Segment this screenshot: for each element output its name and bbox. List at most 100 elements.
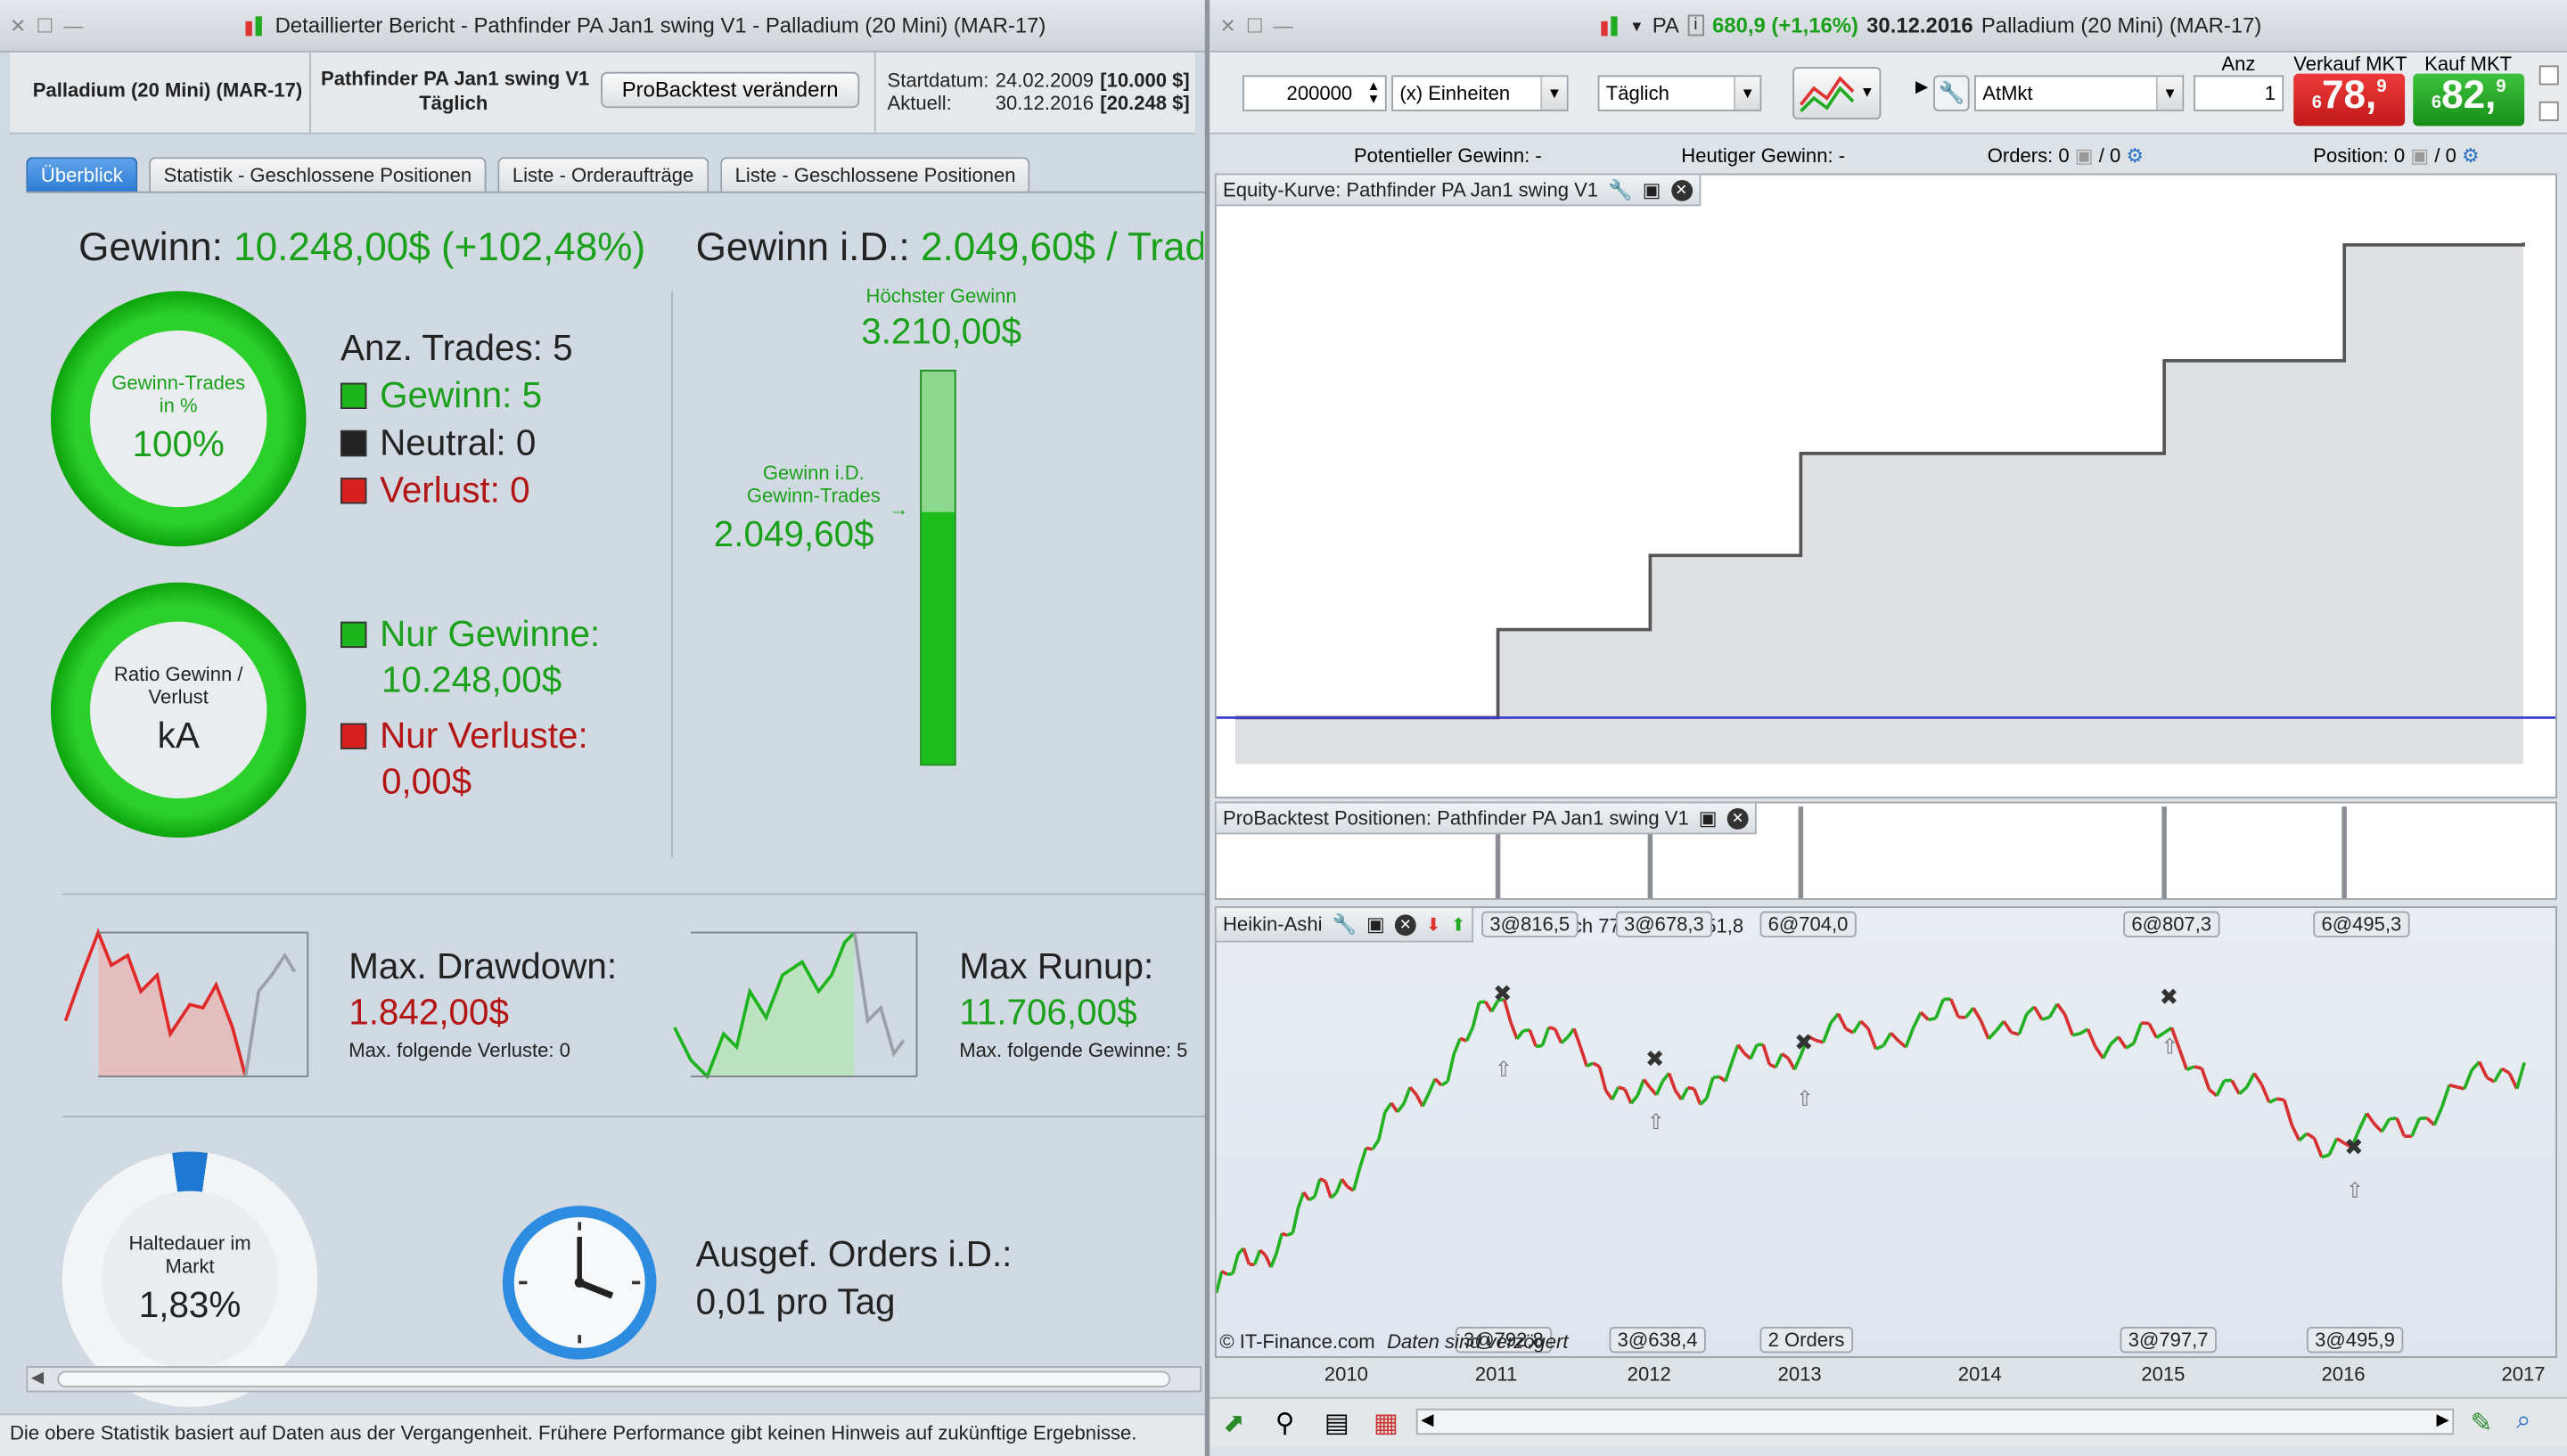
horizontal-scrollbar[interactable]: ◀	[26, 1366, 1202, 1393]
price-segment	[2410, 1117, 2422, 1137]
price-segment	[1308, 1195, 1316, 1202]
price-segment	[1540, 1027, 1551, 1047]
wrench-icon[interactable]: 🔧	[1332, 912, 1356, 936]
price-segment	[1464, 1027, 1475, 1043]
tab-statistics[interactable]: Statistik - Geschlossene Positionen	[149, 157, 487, 193]
losses-swatch	[340, 723, 367, 749]
window-icon[interactable]: ▣	[1643, 178, 1661, 201]
price-segment	[1781, 1052, 1790, 1060]
period-select[interactable]: Täglich ▼	[1597, 75, 1762, 111]
entry-marker: ⇧	[2346, 1178, 2364, 1203]
option-checkbox-2[interactable]	[2538, 101, 2559, 121]
profit-label: Gewinn:	[78, 225, 223, 270]
start-value: [10.000 $]	[1100, 69, 1190, 92]
price-segment	[1471, 1002, 1481, 1028]
orders-settings-icon[interactable]: ▣	[2075, 144, 2094, 168]
price-segment	[2335, 1137, 2346, 1145]
close-circle-icon[interactable]: ✕	[1670, 179, 1693, 200]
year-label: 2015	[2141, 1362, 2186, 1386]
order-type-select[interactable]: AtMkt ▼	[1974, 75, 2185, 111]
close-circle-icon[interactable]: ✕	[1394, 913, 1416, 936]
sell-market-button[interactable]: 678,9	[2293, 73, 2406, 127]
wrench-icon[interactable]: 🔧	[1608, 178, 1632, 201]
tab-overview[interactable]: Überblick	[26, 157, 138, 193]
close-icon[interactable]: ✕	[10, 14, 26, 37]
price-segment	[1724, 1061, 1734, 1082]
drawdown-label: Max. Drawdown:	[349, 945, 618, 987]
report-titlebar[interactable]: ✕ ☐ — Detaillierter Bericht - Pathfinder…	[0, 0, 1205, 53]
current-value: [20.248 $]	[1100, 91, 1190, 115]
chart-style-button[interactable]: ▼	[1792, 67, 1882, 120]
scroll-left-icon[interactable]: ◀	[31, 1370, 44, 1387]
price-segment	[1874, 1043, 1884, 1051]
stepper-arrows-icon[interactable]: ▲ ▼	[1367, 79, 1381, 106]
minimize-icon[interactable]: —	[63, 14, 83, 37]
expand-arrow-icon[interactable]: ▶	[1915, 78, 1928, 96]
close-icon[interactable]: ✕	[1219, 14, 1235, 37]
price-segment	[1636, 1078, 1645, 1097]
period-select-value: Täglich	[1605, 81, 1669, 105]
only-losses-label: Nur Verluste:	[380, 715, 588, 757]
modify-backtest-button[interactable]: ProBacktest verändern	[601, 71, 860, 109]
unit-select[interactable]: (x) Einheiten ▼	[1391, 75, 1569, 111]
time-scrollbar[interactable]: ◀ ▶	[1415, 1408, 2455, 1436]
symbol-label[interactable]: PA	[1653, 13, 1679, 38]
order-label-bottom: 2 Orders	[1759, 1326, 1853, 1354]
symbol-dropdown-icon[interactable]: ▼	[1629, 17, 1644, 33]
price-segment	[1774, 1052, 1784, 1068]
option-checkbox-1[interactable]	[2538, 65, 2559, 86]
gear-icon[interactable]: ⚙	[2462, 144, 2480, 168]
maximize-icon[interactable]: ☐	[1246, 14, 1264, 37]
scroll-right-icon[interactable]: ▶	[2437, 1411, 2449, 1429]
wrench-button[interactable]: 🔧	[1933, 75, 1970, 111]
price-segment	[2032, 1005, 2044, 1021]
window-icon[interactable]: ▣	[1699, 806, 1718, 830]
info-icon[interactable]: i	[1687, 14, 1704, 37]
runup-sparkline	[673, 931, 918, 1080]
zoom-icon[interactable]: ⌕	[2516, 1407, 2530, 1436]
close-circle-icon[interactable]: ✕	[1726, 807, 1749, 829]
price-segment	[1667, 1072, 1677, 1092]
avg-win-bar	[920, 369, 956, 766]
position-settings-icon[interactable]: ▣	[2410, 144, 2429, 168]
drawing-tools-icon[interactable]: ✎	[2471, 1407, 2493, 1440]
price-segment	[1226, 1272, 1234, 1277]
buy-arrow-icon[interactable]: ⬆	[1451, 913, 1466, 935]
indicator-icon[interactable]: ▦	[1374, 1407, 1398, 1440]
runup-label: Max Runup:	[959, 945, 1154, 987]
profit-value: 10.248,00$ (+102,48%)	[234, 225, 646, 270]
sell-arrow-icon[interactable]: ⬇	[1426, 913, 1441, 935]
quantity-stepper[interactable]: 200000 ▲ ▼	[1242, 75, 1387, 111]
scrollbar-thumb[interactable]	[57, 1370, 1171, 1387]
current-label: Aktuell:	[887, 91, 952, 115]
window-icon[interactable]: ▣	[1366, 912, 1385, 936]
hold-time-value: 1,83%	[138, 1284, 242, 1326]
tab-closed-positions[interactable]: Liste - Geschlossene Positionen	[720, 157, 1031, 193]
win-rate-ring: Gewinn-Trades in % 100%	[50, 290, 307, 547]
chevron-down-icon: ▼	[2155, 77, 2183, 110]
exit-marker: ✖	[1794, 1030, 1814, 1057]
screener-icon[interactable]: ▤	[1325, 1407, 1349, 1440]
price-segment	[1623, 1088, 1633, 1105]
scroll-left-icon[interactable]: ◀	[1421, 1411, 1433, 1429]
loss-swatch	[340, 478, 367, 504]
price-segment	[1357, 1147, 1368, 1169]
buy-market-button[interactable]: 682,9	[2413, 73, 2525, 127]
tab-order-list[interactable]: Liste - Orderaufträge	[497, 157, 709, 193]
probuilder-icon[interactable]: ⚲	[1275, 1407, 1295, 1440]
price-segment	[1216, 1271, 1224, 1294]
price-segment	[2327, 1137, 2339, 1156]
export-chart-icon[interactable]: ⬈	[1223, 1407, 1245, 1440]
minimize-icon[interactable]: —	[1274, 14, 1293, 37]
anz-input[interactable]: 1	[2194, 75, 2284, 111]
chart-titlebar[interactable]: ✕ ☐ — ▼ PA i 680,9 (+1,16%) 30.12.2016 P…	[1210, 0, 2567, 53]
price-segment	[2463, 1069, 2473, 1090]
buy-sup: 9	[2496, 77, 2506, 97]
price-segment	[2268, 1097, 2278, 1104]
gear-icon[interactable]: ⚙	[2126, 144, 2144, 168]
price-segment	[1329, 1191, 1338, 1199]
maximize-icon[interactable]: ☐	[37, 14, 54, 37]
best-trade-value: 3.210,00$	[861, 310, 1021, 352]
orders-text: Orders: 0	[1987, 143, 2070, 168]
price-segment	[1995, 1019, 2005, 1032]
